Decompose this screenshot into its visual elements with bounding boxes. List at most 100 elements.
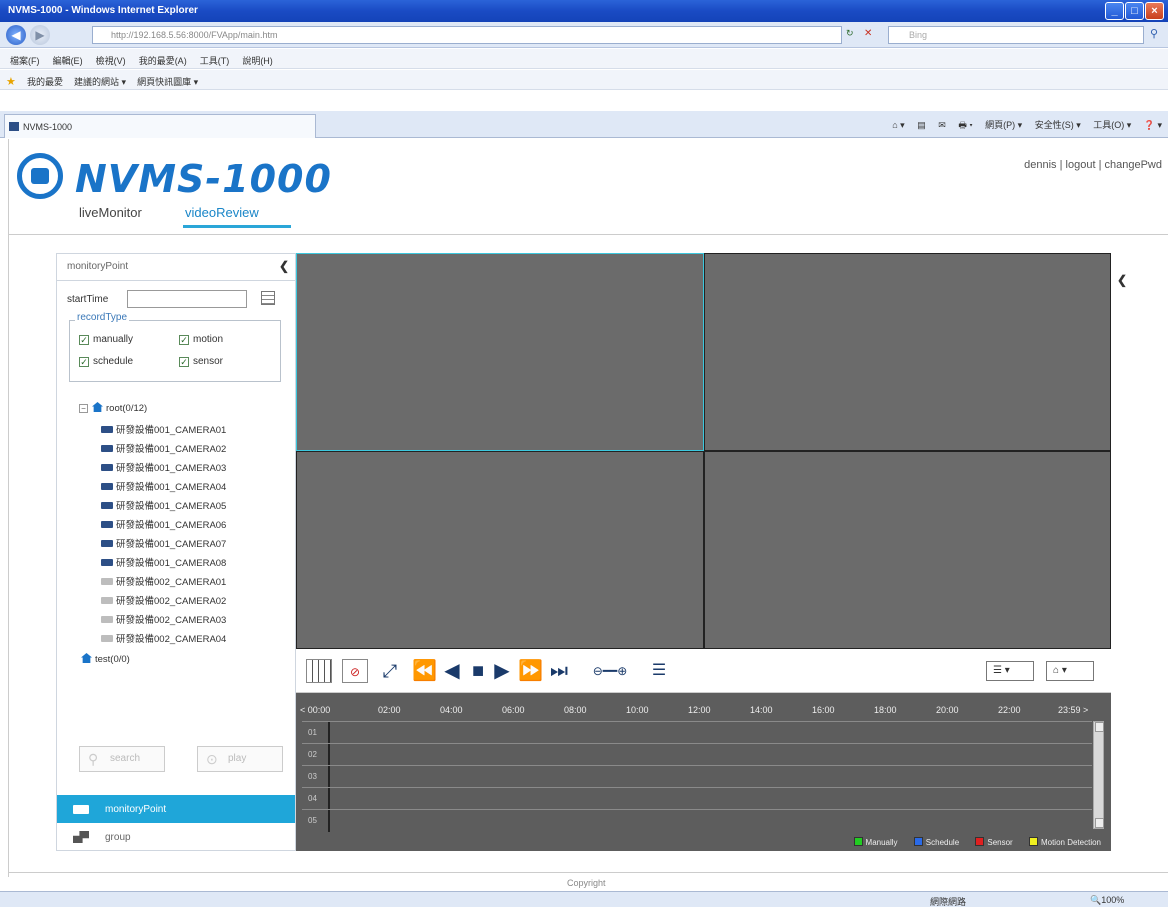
stop-icon[interactable]: ■ xyxy=(468,659,488,683)
help-cmd[interactable]: ❓ ▾ xyxy=(1144,120,1162,130)
step-forward-icon[interactable]: ⏭ xyxy=(548,659,570,683)
window-title: NVMS-1000 - Windows Internet Explorer xyxy=(8,5,198,16)
rewind-icon[interactable]: ⏪ xyxy=(412,659,437,683)
start-time-input[interactable] xyxy=(127,290,247,308)
maximize-button[interactable]: □ xyxy=(1125,2,1144,20)
play-icon[interactable]: ▶ xyxy=(492,659,512,683)
tree-camera[interactable]: 研發設備001_CAMERA01 xyxy=(101,422,226,436)
tree-camera[interactable]: 研發設備001_CAMERA03 xyxy=(101,460,226,474)
menu-tools[interactable]: 工具(T) xyxy=(200,54,230,67)
zoom-slider[interactable]: ⊖━━⊕ xyxy=(578,659,642,683)
tree-camera[interactable]: 研發設備002_CAMERA02 xyxy=(101,593,226,607)
forward-icon[interactable]: ▶ xyxy=(30,25,50,45)
timeline-scrollbar[interactable] xyxy=(1093,721,1104,829)
play-button[interactable]: ⊙ play xyxy=(197,746,283,772)
print-cmd[interactable]: 🖶 ▾ xyxy=(958,120,972,130)
collapse-icon[interactable]: − xyxy=(79,404,88,413)
checkbox-manually[interactable]: ✓ manually xyxy=(79,334,133,345)
menu-edit[interactable]: 編輯(E) xyxy=(53,54,83,67)
timeline-track[interactable]: 05 xyxy=(302,809,1092,832)
video-pane-2[interactable] xyxy=(704,253,1111,451)
tree-camera[interactable]: 研發設備001_CAMERA02 xyxy=(101,441,226,455)
tick-label: 22:00 xyxy=(998,705,1021,715)
layout-dropdown[interactable]: ☰ ▾ xyxy=(986,661,1034,681)
menu-file[interactable]: 檔案(F) xyxy=(10,54,40,67)
checkbox-checked-icon: ✓ xyxy=(79,335,89,345)
tree-camera[interactable]: 研發設備001_CAMERA05 xyxy=(101,498,226,512)
close-button[interactable]: × xyxy=(1145,2,1164,20)
search-button[interactable]: ⚲ search xyxy=(79,746,165,772)
tree-root-label: root(0/12) xyxy=(106,403,148,414)
playhead[interactable] xyxy=(328,722,330,744)
timeline-track[interactable]: 02 xyxy=(302,743,1092,766)
fast-forward-icon[interactable]: ⏩ xyxy=(518,659,543,683)
collapse-left-icon[interactable]: ❮ xyxy=(279,259,289,273)
favorites-button[interactable]: 我的最愛 xyxy=(27,75,63,88)
list-icon[interactable]: ☰ xyxy=(648,659,670,683)
nav-group-label: group xyxy=(105,832,131,843)
logo-text: NVMS-1000 xyxy=(75,157,332,201)
tree-camera[interactable]: 研發設備001_CAMERA08 xyxy=(101,555,226,569)
legend-swatch xyxy=(853,837,863,846)
fullscreen-icon[interactable]: ⤢ xyxy=(378,659,402,683)
search-icon[interactable]: ⚲ xyxy=(1150,27,1158,40)
tab-video-review[interactable]: videoReview xyxy=(185,205,259,220)
browser-tab[interactable]: NVMS-1000 xyxy=(4,114,316,138)
stop-icon[interactable]: ✕ xyxy=(864,28,872,39)
timeline-tracks[interactable]: 01 02 03 04 05 xyxy=(302,721,1092,833)
tree-test-group[interactable]: test(0/0) xyxy=(81,653,130,665)
fav-suggested[interactable]: 建議的網站 ▾ xyxy=(74,75,126,88)
feeds-cmd[interactable]: ▤ xyxy=(917,120,926,130)
tree-camera[interactable]: 研發設備002_CAMERA04 xyxy=(101,631,226,645)
timeline-track[interactable]: 03 xyxy=(302,765,1092,788)
home-dropdown[interactable]: ⌂ ▾ xyxy=(1046,661,1094,681)
checkbox-schedule[interactable]: ✓ schedule xyxy=(79,356,133,367)
logout-link[interactable]: logout xyxy=(1066,159,1096,171)
menu-view[interactable]: 檢視(V) xyxy=(96,54,126,67)
calendar-icon[interactable] xyxy=(261,291,275,305)
url-input[interactable]: http://192.168.5.56:8000/FVApp/main.htm xyxy=(92,26,842,44)
tick-label[interactable]: 23:59 > xyxy=(1058,705,1088,715)
checkbox-sensor[interactable]: ✓ sensor xyxy=(179,356,223,367)
checkbox-label: schedule xyxy=(93,356,134,367)
tree-camera[interactable]: 研發設備002_CAMERA03 xyxy=(101,612,226,626)
change-password-link[interactable]: changePwd xyxy=(1105,159,1163,171)
tree-root[interactable]: − root(0/12) xyxy=(79,402,147,414)
mail-cmd[interactable]: ✉ xyxy=(938,120,946,130)
checkbox-motion[interactable]: ✓ motion xyxy=(179,334,223,345)
page-cmd[interactable]: 網頁(P) ▾ xyxy=(985,120,1022,130)
video-pane-4[interactable] xyxy=(704,451,1111,649)
tick-label[interactable]: < 00:00 xyxy=(300,705,330,715)
sep: | xyxy=(1098,159,1102,171)
tools-cmd[interactable]: 工具(O) ▾ xyxy=(1093,120,1131,130)
home-cmd[interactable]: ⌂ ▾ xyxy=(892,120,904,130)
tab-live-monitor[interactable]: liveMonitor xyxy=(79,205,142,220)
timeline-track[interactable]: 01 xyxy=(302,721,1092,744)
snapshot-icon[interactable]: ⊘ xyxy=(342,659,368,683)
tree-camera[interactable]: 研發設備001_CAMERA07 xyxy=(101,536,226,550)
camera-label: 研發設備001_CAMERA02 xyxy=(116,444,227,455)
tree-camera[interactable]: 研發設備002_CAMERA01 xyxy=(101,574,226,588)
fav-webslice[interactable]: 網頁快訊圖庫 ▾ xyxy=(137,75,198,88)
menu-favorites[interactable]: 我的最愛(A) xyxy=(139,54,187,67)
tree-camera[interactable]: 研發設備001_CAMERA04 xyxy=(101,479,226,493)
video-camera-icon xyxy=(73,805,89,814)
tree-camera[interactable]: 研發設備001_CAMERA06 xyxy=(101,517,226,531)
minimize-button[interactable]: _ xyxy=(1105,2,1124,20)
nav-group[interactable]: group xyxy=(57,823,295,851)
grid-layout-icon[interactable] xyxy=(306,659,332,683)
collapse-right-icon[interactable]: ❮ xyxy=(1117,273,1127,287)
video-pane-3[interactable] xyxy=(296,451,704,649)
timeline-track[interactable]: 04 xyxy=(302,787,1092,810)
nav-monitory-point[interactable]: monitoryPoint xyxy=(57,795,295,823)
menu-help[interactable]: 說明(H) xyxy=(242,54,273,67)
safety-cmd[interactable]: 安全性(S) ▾ xyxy=(1035,120,1081,130)
tick-label: 10:00 xyxy=(626,705,649,715)
camera-icon xyxy=(101,445,113,452)
zoom-level[interactable]: 🔍100% xyxy=(1090,895,1124,906)
search-input[interactable]: Bing xyxy=(888,26,1144,44)
refresh-icon[interactable]: ↻ xyxy=(846,28,854,39)
back-icon[interactable]: ◀ xyxy=(6,25,26,45)
video-pane-1[interactable] xyxy=(296,253,704,451)
step-back-icon[interactable]: ◀ xyxy=(442,659,462,683)
